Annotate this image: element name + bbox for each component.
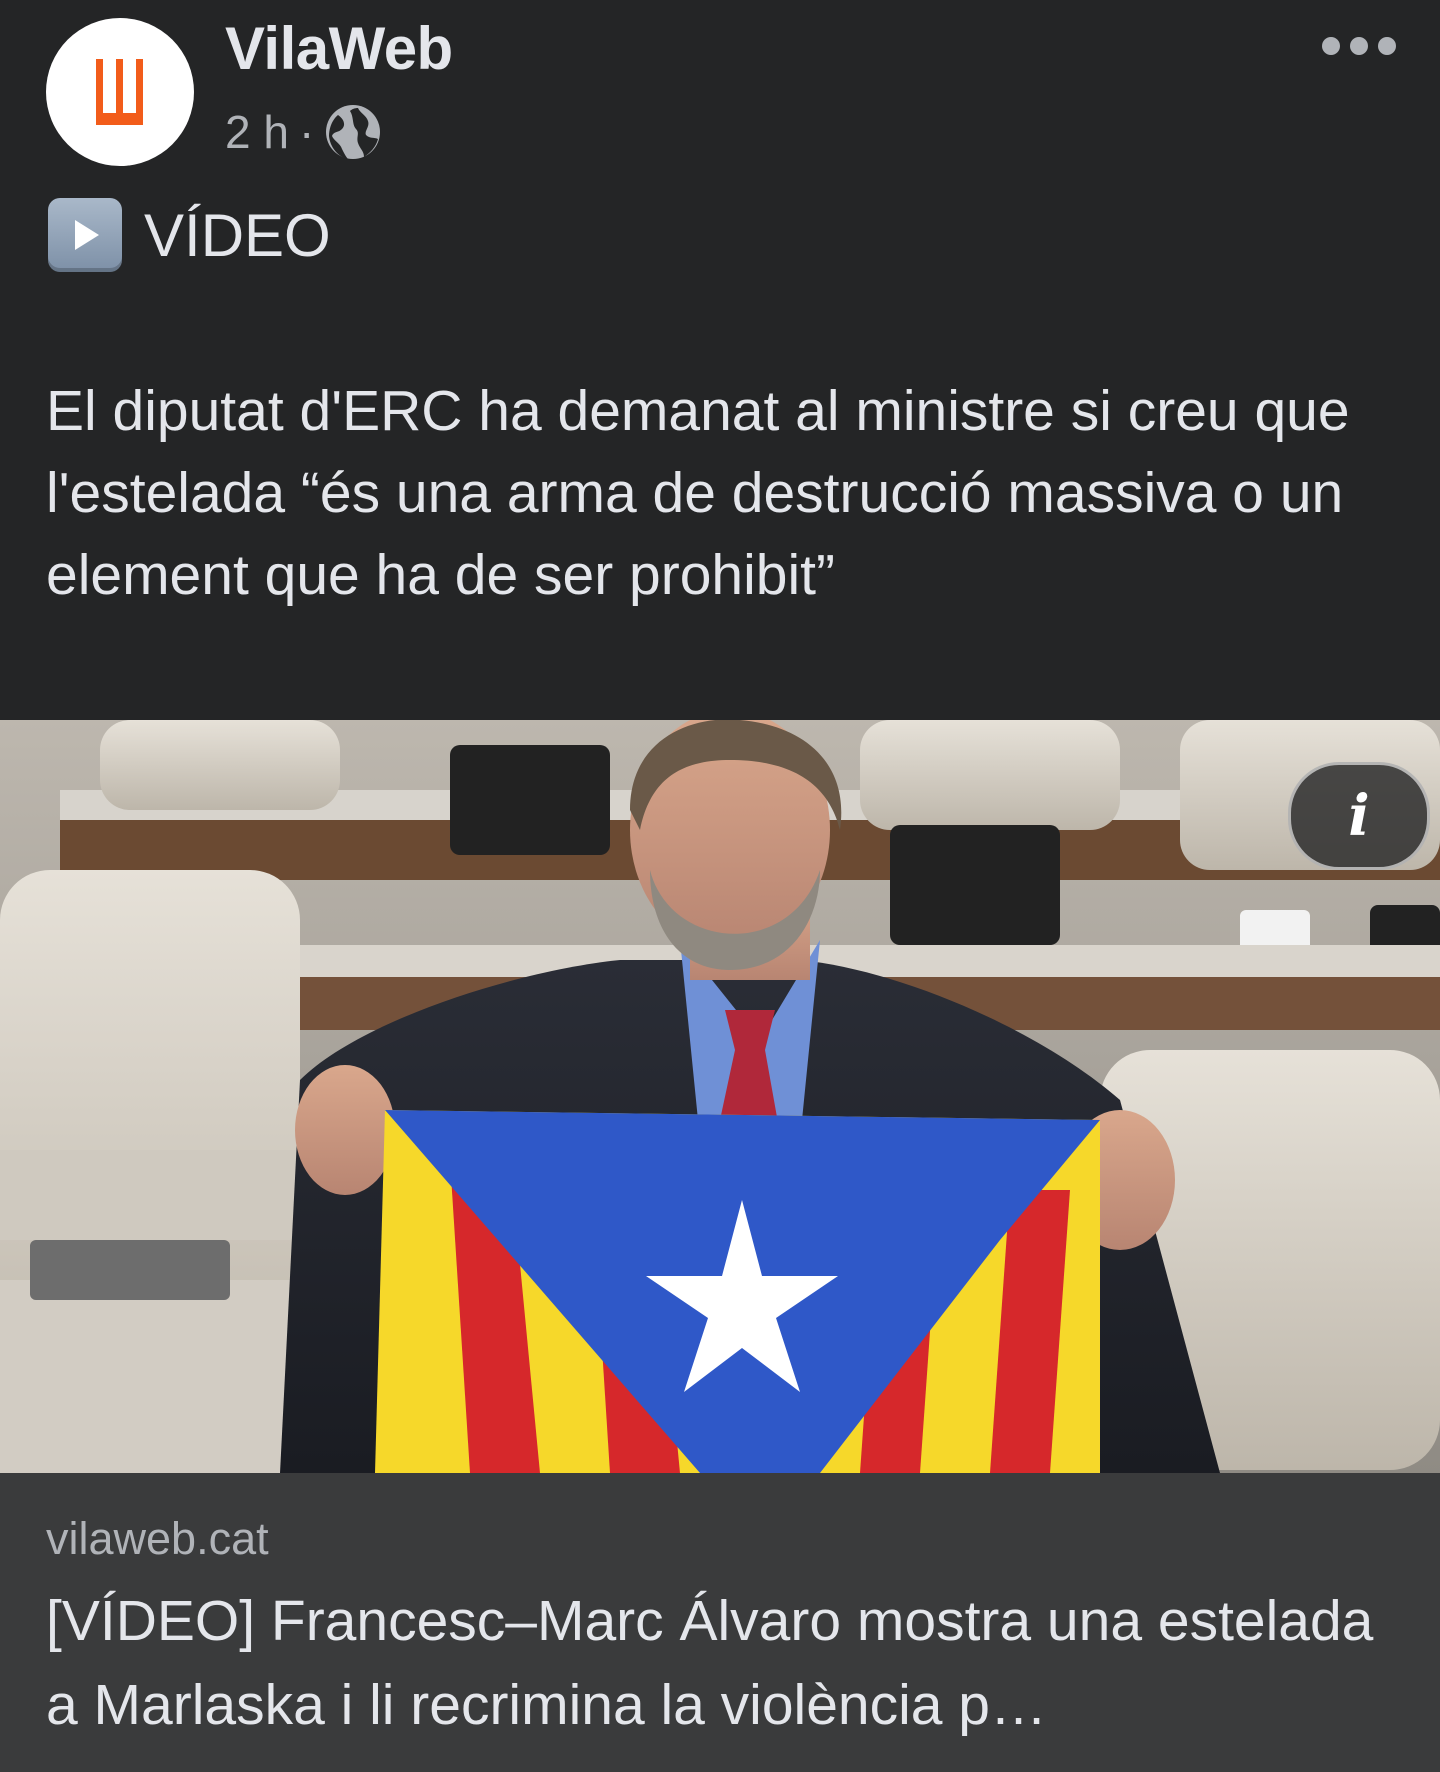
- video-tag-label: VÍDEO: [144, 201, 331, 269]
- page-avatar[interactable]: [46, 18, 194, 166]
- info-button[interactable]: i: [1288, 762, 1430, 870]
- more-options-button[interactable]: [1322, 36, 1396, 56]
- globe-icon: [326, 105, 381, 159]
- more-dot-icon: [1378, 37, 1396, 55]
- video-tag: VÍDEO: [48, 198, 331, 272]
- more-dot-icon: [1322, 37, 1340, 55]
- page-name[interactable]: VilaWeb: [225, 14, 453, 83]
- post-video-thumbnail[interactable]: i: [0, 720, 1440, 1473]
- post-meta: 2 h ·: [225, 104, 382, 160]
- post-timestamp[interactable]: 2 h: [225, 105, 289, 159]
- link-preview-card[interactable]: vilaweb.cat [VÍDEO] Francesc–Marc Álvaro…: [0, 1473, 1440, 1772]
- link-title[interactable]: [VÍDEO] Francesc–Marc Álvaro mostra una …: [46, 1579, 1416, 1747]
- post-message: El diputat d'ERC ha demanat al ministre …: [46, 379, 1350, 607]
- more-dot-icon: [1350, 37, 1368, 55]
- estelada-flag: [375, 1110, 1100, 1473]
- play-button-icon: [48, 198, 122, 272]
- video-frame-image: [0, 720, 1440, 1473]
- vilaweb-logo-icon: [96, 59, 143, 125]
- link-domain: vilaweb.cat: [46, 1513, 269, 1564]
- meta-separator: ·: [298, 106, 315, 158]
- facebook-post: VilaWeb 2 h · VÍDEO El diputat d'ERC ha …: [0, 0, 1440, 1772]
